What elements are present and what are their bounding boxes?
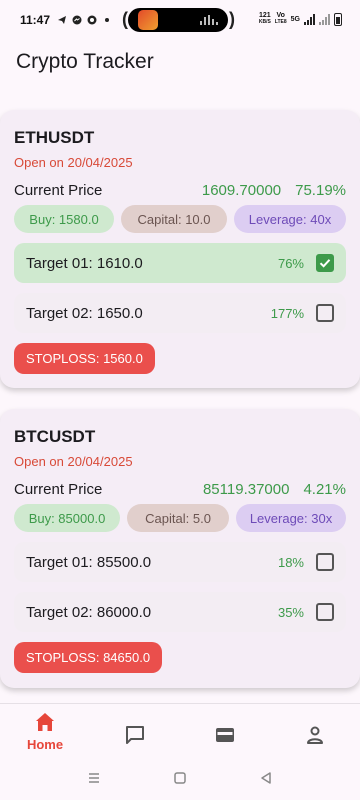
open-date: Open on 20/04/2025: [14, 454, 133, 469]
trade-symbol: BTCUSDT: [14, 427, 96, 446]
capital-chip: Capital: 10.0: [121, 205, 227, 233]
messenger-icon: [72, 15, 82, 25]
target-row-1[interactable]: Target 01: 1610.0 76%: [14, 243, 346, 283]
bottom-nav: Home: [0, 703, 360, 760]
current-price-label: Current Price: [14, 480, 103, 498]
media-thumbnail: [138, 10, 158, 30]
page-title: Crypto Tracker: [16, 50, 154, 73]
dynamic-island: [128, 8, 228, 32]
change-percent: 75.19%: [295, 181, 346, 199]
recents-icon[interactable]: [87, 771, 101, 790]
net-speed-value: 121: [258, 12, 271, 19]
target-checkbox[interactable]: [316, 254, 334, 272]
network-indicator: 5G: [291, 16, 300, 23]
trade-card[interactable]: ETHUSDT Open on 20/04/2025 Current Price…: [0, 110, 360, 388]
telegram-icon: [57, 15, 67, 25]
net-speed-unit: KB/S: [258, 19, 271, 25]
target-row-1[interactable]: Target 01: 85500.0 18%: [14, 542, 346, 582]
target-label: Target 01: 85500.0: [26, 553, 152, 571]
status-time: 11:47: [20, 13, 51, 27]
checkmark-icon: [319, 259, 331, 268]
signal-icon: [304, 13, 315, 25]
nav-item-wallet[interactable]: [180, 704, 270, 760]
stoploss-badge[interactable]: STOPLOSS: 84650.0: [14, 642, 163, 673]
target-checkbox[interactable]: [316, 603, 334, 621]
target-percent: 76%: [277, 255, 304, 271]
target-row-2[interactable]: Target 02: 1650.0 177%: [14, 293, 346, 333]
target-percent: 18%: [277, 554, 304, 570]
trade-symbol: ETHUSDT: [14, 128, 95, 147]
network-label: 5G: [290, 15, 300, 23]
leverage-chip: Leverage: 30x: [236, 504, 346, 532]
target-label: Target 02: 86000.0: [26, 603, 152, 621]
volte-indicator: Vo LTE8: [275, 12, 287, 26]
change-percent: 4.21%: [303, 480, 346, 498]
chat-icon: [126, 726, 144, 744]
volte-label: Vo: [276, 12, 285, 19]
nav-item-profile[interactable]: [270, 704, 360, 760]
signal-2-icon: [319, 13, 330, 25]
target-percent: 35%: [277, 604, 304, 620]
status-bar: 11:47 ( ) 121 KB/S Vo LTE8 5G: [0, 0, 360, 40]
target-label: Target 01: 1610.0: [26, 254, 143, 272]
whatsapp-icon: [87, 15, 97, 25]
home-icon: [36, 713, 54, 731]
dots-icon: [102, 15, 112, 25]
profile-icon: [307, 726, 323, 744]
current-price-label: Current Price: [14, 181, 103, 199]
buy-chip: Buy: 1580.0: [14, 205, 114, 233]
trade-chips: Buy: 85000.0 Capital: 5.0 Leverage: 30x: [14, 504, 346, 532]
current-price-value: 1609.70000: [201, 181, 282, 199]
battery-icon: [334, 12, 342, 26]
net-speed: 121 KB/S: [259, 12, 271, 26]
audio-wave-icon: [200, 15, 218, 25]
nav-label-home: Home: [26, 737, 64, 752]
open-date: Open on 20/04/2025: [14, 155, 133, 170]
leverage-chip: Leverage: 40x: [234, 205, 346, 233]
target-checkbox[interactable]: [316, 553, 334, 571]
target-percent: 177%: [270, 305, 304, 321]
buy-chip: Buy: 85000.0: [14, 504, 120, 532]
current-price-value: 85119.37000: [202, 480, 290, 498]
nav-item-chat[interactable]: [90, 704, 180, 760]
status-right: 121 KB/S Vo LTE8 5G: [259, 12, 342, 26]
trade-chips: Buy: 1580.0 Capital: 10.0 Leverage: 40x: [14, 205, 346, 233]
nav-item-home[interactable]: Home: [0, 704, 90, 760]
wallet-icon: [216, 728, 234, 742]
stoploss-badge[interactable]: STOPLOSS: 1560.0: [14, 343, 155, 374]
status-left: 11:47: [20, 13, 112, 27]
island-bracket-right: ): [229, 9, 235, 29]
current-price-row: Current Price 85119.37000 4.21%: [14, 478, 346, 500]
target-checkbox[interactable]: [316, 304, 334, 322]
lte-label: LTE8: [274, 19, 287, 25]
capital-chip: Capital: 5.0: [127, 504, 230, 532]
trade-card[interactable]: BTCUSDT Open on 20/04/2025 Current Price…: [0, 409, 360, 688]
system-nav-bar: [0, 760, 360, 800]
target-row-2[interactable]: Target 02: 86000.0 35%: [14, 592, 346, 632]
current-price-row: Current Price 1609.70000 75.19%: [14, 179, 346, 201]
home-button-icon[interactable]: [173, 771, 187, 790]
target-label: Target 02: 1650.0: [26, 304, 143, 322]
back-icon[interactable]: [259, 771, 273, 790]
